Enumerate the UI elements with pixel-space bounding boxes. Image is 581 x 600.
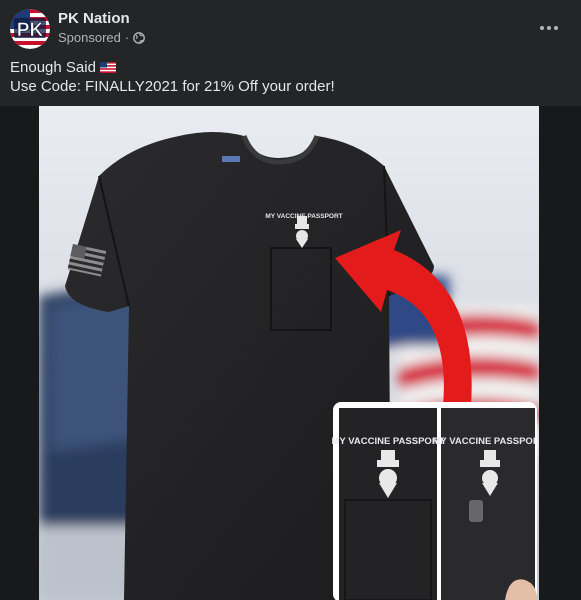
post-caption: Enough Said Use Code: FINALLY2021 for 21… bbox=[10, 58, 335, 96]
page-name-link[interactable]: PK Nation bbox=[58, 10, 130, 27]
ad-image[interactable]: MY VACCINE PASSPORT MY VACCINE PASSPORT … bbox=[39, 106, 539, 600]
inset-left-text: MY VACCINE PASSPORT bbox=[332, 436, 445, 447]
more-options-button[interactable] bbox=[537, 16, 561, 40]
more-options-icon bbox=[540, 26, 558, 30]
avatar-monogram: PK bbox=[17, 20, 44, 41]
caption-line-1: Enough Said bbox=[10, 58, 335, 77]
globe-icon bbox=[133, 31, 146, 44]
caption-line-2: Use Code: FINALLY2021 for 21% Off your o… bbox=[10, 78, 335, 95]
post-meta: Sponsored · bbox=[58, 30, 146, 45]
meta-separator: · bbox=[124, 30, 130, 45]
caption-text-1: Enough Said bbox=[10, 59, 96, 76]
inset-right-text: MY VACCINE PASSPORT bbox=[433, 436, 539, 447]
post-header: PK PK Nation Sponsored · bbox=[0, 0, 581, 56]
us-flag-icon bbox=[99, 59, 116, 73]
inset-closeup: MY VACCINE PASSPORT MY VACCINE PASSPORT bbox=[332, 402, 539, 600]
sponsored-label[interactable]: Sponsored bbox=[58, 30, 121, 45]
page-avatar[interactable]: PK bbox=[10, 9, 50, 49]
